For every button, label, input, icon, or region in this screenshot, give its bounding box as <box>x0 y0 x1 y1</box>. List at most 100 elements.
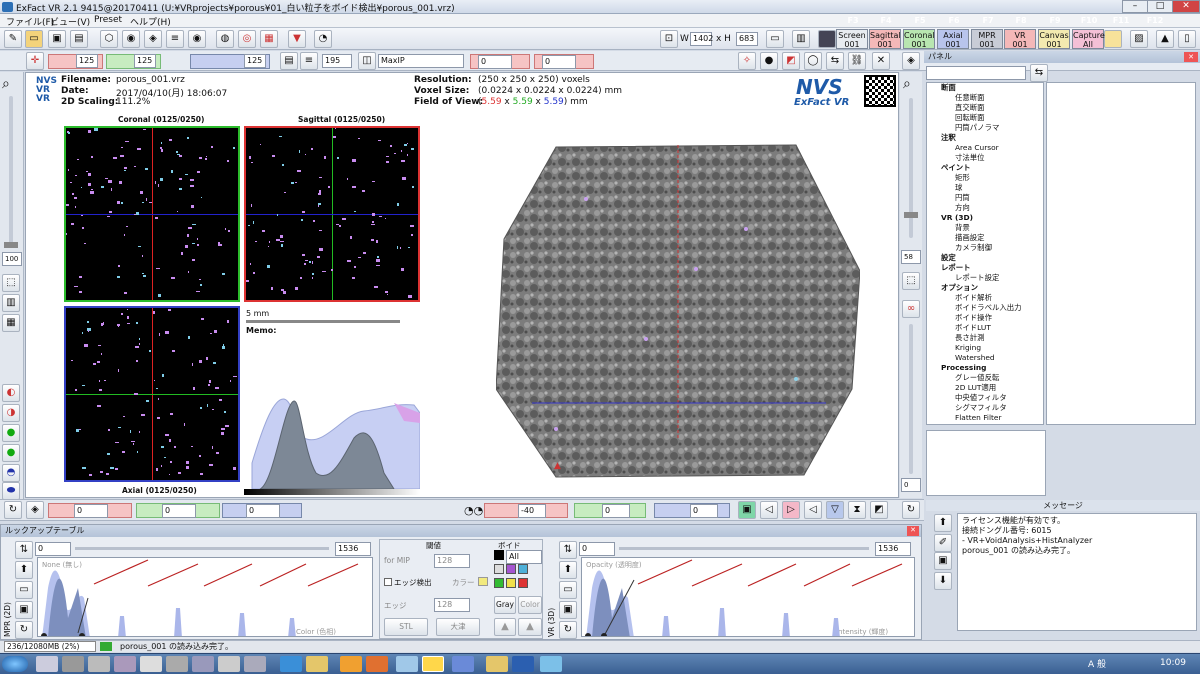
void-color-grid[interactable] <box>494 564 542 594</box>
menu-view[interactable]: ビュー(V) <box>50 15 90 28</box>
red-half-icon[interactable]: ◐ <box>2 384 20 402</box>
tree-item[interactable]: 球 <box>927 183 1043 193</box>
tree-item[interactable]: 直交断面 <box>927 103 1043 113</box>
taskbar-media-icon[interactable] <box>340 656 362 672</box>
lut-reset-icon[interactable]: ↻ <box>15 621 33 639</box>
sagittal-view[interactable] <box>244 126 420 302</box>
tree-item[interactable]: 方向 <box>927 203 1043 213</box>
tree-section[interactable]: Processing <box>927 363 1043 373</box>
bookmark-icon[interactable]: ▼ <box>288 30 306 48</box>
tree-item[interactable]: ボイドラベル入出力 <box>927 303 1043 313</box>
pink-tool-icon[interactable]: ✧ <box>738 52 756 70</box>
grid-icon[interactable]: ▦ <box>2 314 20 332</box>
view-button-4[interactable]: MPR 001 <box>971 29 1003 49</box>
lut-left-max[interactable]: 1536 <box>335 542 371 556</box>
taskbar-app-icon[interactable] <box>396 656 418 672</box>
gray-button[interactable]: Gray <box>494 596 516 614</box>
offset-coronal-input[interactable]: 0 <box>162 504 196 518</box>
rotation-input[interactable]: -40 <box>518 504 546 518</box>
rotation-y-input[interactable]: 0 <box>602 504 630 518</box>
chart-icon[interactable]: ▯ <box>1178 30 1196 48</box>
msg-down-icon[interactable]: ⬇ <box>934 572 952 590</box>
taskbar-folder-icon[interactable] <box>486 656 508 672</box>
coronal-slice-input[interactable]: 125 <box>134 54 156 68</box>
view-down-icon[interactable]: ▽ <box>826 501 844 519</box>
lut-vr-folder-icon[interactable]: ▭ <box>559 581 577 599</box>
zoom-right-icon[interactable]: ⌕ <box>903 76 911 92</box>
tree-section[interactable]: 注釈 <box>927 133 1043 143</box>
color-button[interactable]: Color <box>518 596 542 614</box>
tree-item[interactable]: 円筒パノラマ <box>927 123 1043 133</box>
tree-item[interactable]: ボイドLUT <box>927 323 1043 333</box>
rotation-z-input[interactable]: 0 <box>690 504 718 518</box>
view-back-icon[interactable]: ◁ <box>804 501 822 519</box>
camera-icon[interactable]: ◉ <box>122 30 140 48</box>
green-dot2-icon[interactable]: ● <box>2 444 20 462</box>
cross-tool-icon[interactable]: ✕ <box>872 52 890 70</box>
histogram-icon[interactable]: ▲ <box>1156 30 1174 48</box>
lut-right-range[interactable] <box>619 547 869 550</box>
thickness-icon[interactable]: ▤ <box>280 52 298 70</box>
lut-left-min[interactable]: 0 <box>35 542 71 556</box>
lut-vr-sort-icon[interactable]: ⇅ <box>559 541 577 559</box>
open-folder-icon[interactable]: ▭ <box>25 30 43 48</box>
zoom-input[interactable]: 100 <box>2 252 22 266</box>
taskbar-app-icon[interactable] <box>88 656 110 672</box>
view-button-5[interactable]: VR 001 <box>1004 29 1036 49</box>
tree-item[interactable]: グレー値反転 <box>927 373 1043 383</box>
viewer[interactable]: NVS VR VR Filename: porous_001.vrz Date: 2… <box>25 72 899 498</box>
void-icon-a[interactable]: ▲ <box>494 618 516 636</box>
ime-indicator[interactable]: A 般 <box>1088 657 1106 670</box>
msg-clear-icon[interactable]: ✐ <box>934 534 952 552</box>
globe-icon[interactable]: ◍ <box>216 30 234 48</box>
rotate-icon[interactable]: ↻ <box>4 501 22 519</box>
tree-item[interactable]: 描画設定 <box>927 233 1043 243</box>
layout-icon[interactable]: ▥ <box>792 30 810 48</box>
tree-item[interactable]: 長さ計測 <box>927 333 1043 343</box>
slab-icon[interactable]: ≡ <box>300 52 318 70</box>
fit-icon[interactable]: ⬚ <box>2 274 20 292</box>
otsu-button[interactable]: 大津 <box>436 618 480 636</box>
save-as-icon[interactable]: ▤ <box>70 30 88 48</box>
close-button[interactable]: ✕ <box>1172 0 1200 13</box>
render-mode-select[interactable]: MaxIP <box>378 54 464 68</box>
void-icon-b[interactable]: ▲ <box>518 618 542 636</box>
panel-close-button[interactable]: ✕ <box>1184 52 1198 62</box>
thickness-input[interactable]: 195 <box>322 54 352 68</box>
view-button-7[interactable]: Capture All <box>1072 29 1105 49</box>
zoom-icon[interactable]: ⌕ <box>2 76 10 92</box>
edge-color-swatch[interactable] <box>478 577 488 586</box>
axial-slice-input[interactable]: 125 <box>244 54 266 68</box>
menu-preset[interactable]: Preset <box>94 15 122 25</box>
lut-save-icon[interactable]: ▣ <box>15 601 33 619</box>
view-button-6[interactable]: Canvas 001 <box>1038 29 1070 49</box>
taskbar-app-icon[interactable] <box>540 656 562 672</box>
sagittal-slice-input[interactable]: 125 <box>76 54 98 68</box>
view-button-3[interactable]: Axial 001 <box>937 29 969 49</box>
void-color-swatch[interactable] <box>494 550 504 560</box>
panel-tree[interactable]: 断面 任意断面 直交断面 回転断面 円筒パノラマ 注釈 Area Cursor 寸法単位 ペイン… <box>926 82 1044 425</box>
lut-up-icon[interactable]: ⬆ <box>15 561 33 579</box>
render-mode-icon[interactable]: ◫ <box>358 52 376 70</box>
coronal-view[interactable] <box>64 126 240 302</box>
taskbar-app-icon[interactable] <box>140 656 162 672</box>
screen-mode-icon[interactable] <box>818 30 836 48</box>
canvas-mode-icon[interactable] <box>1104 30 1122 48</box>
tree-section[interactable]: レポート <box>927 263 1043 273</box>
lut-right-min[interactable]: 0 <box>579 542 615 556</box>
lut-vr-tab[interactable]: VR (3D) <box>547 541 557 637</box>
view-cube-icon[interactable]: ◩ <box>870 501 888 519</box>
width-input[interactable]: 1402 <box>690 32 713 46</box>
vr-slider-track[interactable] <box>909 324 913 474</box>
tree-section[interactable]: 断面 <box>927 83 1043 93</box>
tree-item[interactable]: ボイド操作 <box>927 313 1043 323</box>
panel-toggle-icon[interactable]: ⇆ <box>1030 64 1048 82</box>
tree-item[interactable]: カメラ制御 <box>927 243 1043 253</box>
transform-icon[interactable]: ⬡ <box>100 30 118 48</box>
camera2-icon[interactable]: ◉ <box>188 30 206 48</box>
pencil-icon[interactable]: ✎ <box>4 30 22 48</box>
mip-threshold-input[interactable]: 128 <box>434 554 470 568</box>
lut-right-plot[interactable]: Opacity (透明度) Intensity (輝度) <box>581 557 915 637</box>
tree-item[interactable]: 中央値フィルタ <box>927 393 1043 403</box>
lut-right-max[interactable]: 1536 <box>875 542 911 556</box>
